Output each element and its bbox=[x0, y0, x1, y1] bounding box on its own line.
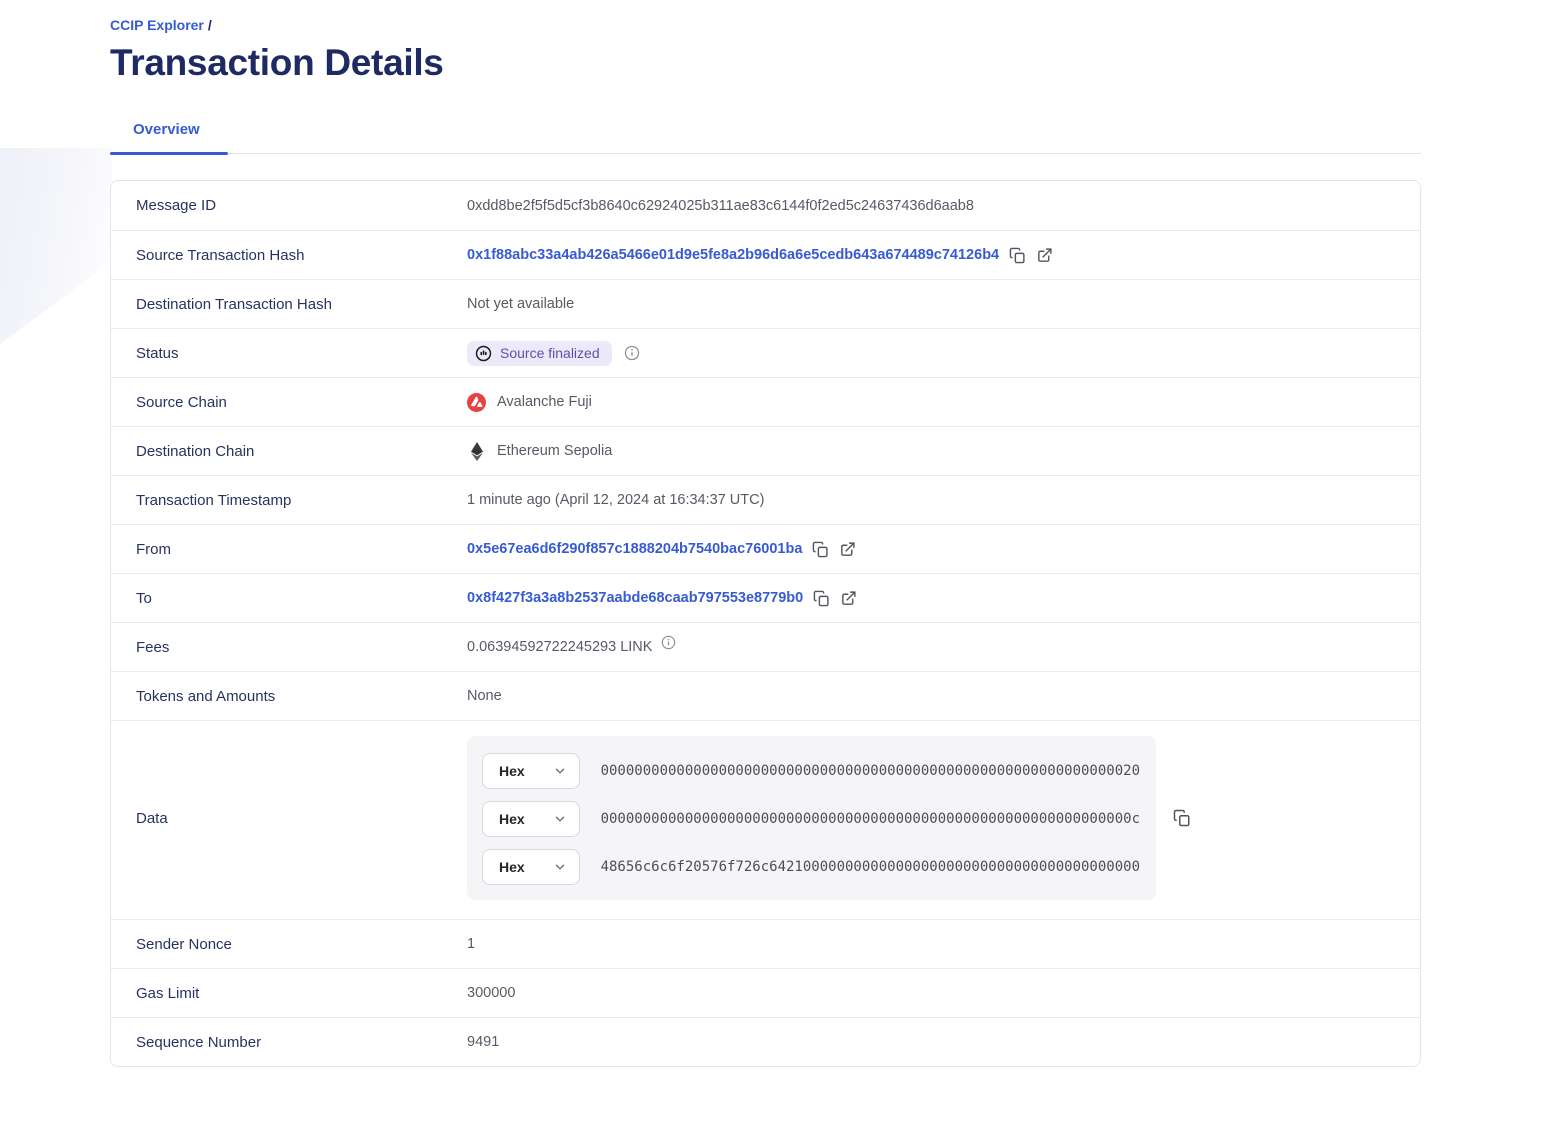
row-label: Tokens and Amounts bbox=[136, 687, 276, 705]
table-row-source-tx-hash: Source Transaction Hash 0x1f88abc33a4ab4… bbox=[111, 230, 1420, 279]
row-label: Status bbox=[136, 344, 179, 362]
hex-format-select[interactable]: Hex bbox=[482, 849, 580, 885]
row-label: From bbox=[136, 540, 171, 558]
tab-overview[interactable]: Overview bbox=[110, 121, 223, 154]
copy-icon[interactable] bbox=[813, 590, 830, 607]
status-badge-label: Source finalized bbox=[500, 345, 600, 361]
hex-data-text: 0000000000000000000000000000000000000000… bbox=[600, 763, 1140, 779]
breadcrumb: CCIP Explorer / bbox=[110, 0, 1421, 33]
table-row-timestamp: Transaction Timestamp 1 minute ago (Apri… bbox=[111, 475, 1420, 524]
chevron-down-icon bbox=[553, 812, 567, 826]
row-label: To bbox=[136, 589, 152, 607]
row-label: Destination Transaction Hash bbox=[136, 295, 332, 313]
table-row-data: Data Hex 0000000000000000000000000000000… bbox=[111, 720, 1420, 919]
avalanche-icon bbox=[467, 392, 486, 412]
copy-icon[interactable] bbox=[812, 541, 829, 558]
hex-data-text: 0000000000000000000000000000000000000000… bbox=[600, 811, 1140, 827]
message-id-value: 0xdd8be2f5f5d5cf3b8640c62924025b311ae83c… bbox=[467, 197, 974, 214]
table-row-to: To 0x8f427f3a3a8b2537aabde68caab797553e8… bbox=[111, 573, 1420, 622]
copy-icon[interactable] bbox=[1009, 247, 1026, 264]
table-row-from: From 0x5e67ea6d6f290f857c1888204b7540bac… bbox=[111, 524, 1420, 573]
row-label: Source Transaction Hash bbox=[136, 246, 305, 264]
external-link-icon[interactable] bbox=[839, 541, 856, 558]
gas-limit-value: 300000 bbox=[467, 985, 516, 1001]
hex-format-label: Hex bbox=[499, 859, 525, 875]
hex-data-text: 48656c6c6f20576f726c64210000000000000000… bbox=[600, 859, 1140, 875]
data-line: Hex 000000000000000000000000000000000000… bbox=[482, 801, 1140, 837]
row-label: Data bbox=[136, 809, 168, 827]
row-label: Transaction Timestamp bbox=[136, 491, 292, 509]
status-progress-icon bbox=[475, 345, 492, 362]
row-label: Message ID bbox=[136, 197, 217, 214]
tab-bar: Overview bbox=[110, 121, 1421, 155]
breadcrumb-separator: / bbox=[207, 17, 212, 33]
chevron-down-icon bbox=[553, 764, 567, 778]
info-icon[interactable] bbox=[624, 345, 640, 361]
hex-format-select[interactable]: Hex bbox=[482, 753, 580, 789]
table-row-status: Status Source finalized bbox=[111, 328, 1420, 377]
tokens-value: None bbox=[467, 688, 502, 704]
table-row-message-id: Message ID 0xdd8be2f5f5d5cf3b8640c629240… bbox=[111, 181, 1420, 230]
info-icon[interactable] bbox=[661, 635, 676, 650]
row-label: Sequence Number bbox=[136, 1033, 262, 1051]
copy-icon[interactable] bbox=[1173, 809, 1191, 827]
data-line: Hex 000000000000000000000000000000000000… bbox=[482, 753, 1140, 789]
table-row-sender-nonce: Sender Nonce 1 bbox=[111, 919, 1420, 968]
table-row-dest-tx-hash: Destination Transaction Hash Not yet ava… bbox=[111, 279, 1420, 328]
table-row-tokens: Tokens and Amounts None bbox=[111, 671, 1420, 720]
tab-bar-rule bbox=[110, 153, 1421, 154]
breadcrumb-ccip-explorer-link[interactable]: CCIP Explorer bbox=[110, 17, 204, 33]
background-gradient-decoration bbox=[0, 148, 112, 344]
fees-value: 0.06394592722245293 LINK bbox=[467, 639, 653, 655]
data-hex-box: Hex 000000000000000000000000000000000000… bbox=[467, 736, 1156, 900]
hex-format-label: Hex bbox=[499, 811, 525, 827]
sequence-number-value: 9491 bbox=[467, 1034, 500, 1050]
external-link-icon[interactable] bbox=[1036, 247, 1053, 264]
dest-chain-name: Ethereum Sepolia bbox=[497, 443, 613, 459]
data-line: Hex 48656c6c6f20576f726c6421000000000000… bbox=[482, 849, 1140, 885]
to-address-link[interactable]: 0x8f427f3a3a8b2537aabde68caab797553e8779… bbox=[467, 590, 803, 606]
transaction-details-page: CCIP Explorer / Transaction Details Overv… bbox=[0, 0, 1551, 1124]
table-row-dest-chain: Destination Chain Ethereum Sepolia bbox=[111, 426, 1420, 475]
sender-nonce-value: 1 bbox=[467, 936, 476, 952]
hex-format-label: Hex bbox=[499, 763, 525, 779]
tab-active-indicator bbox=[110, 152, 228, 155]
timestamp-value: 1 minute ago (April 12, 2024 at 16:34:37… bbox=[467, 492, 765, 508]
external-link-icon[interactable] bbox=[840, 590, 857, 607]
chevron-down-icon bbox=[553, 860, 567, 874]
hex-format-select[interactable]: Hex bbox=[482, 801, 580, 837]
row-label: Fees bbox=[136, 638, 170, 656]
row-label: Sender Nonce bbox=[136, 935, 232, 953]
source-chain-name: Avalanche Fuji bbox=[497, 394, 592, 410]
from-address-link[interactable]: 0x5e67ea6d6f290f857c1888204b7540bac76001… bbox=[467, 541, 802, 557]
table-row-source-chain: Source Chain Avalanche Fuji bbox=[111, 377, 1420, 426]
row-label: Gas Limit bbox=[136, 984, 200, 1002]
status-badge: Source finalized bbox=[467, 340, 612, 366]
page-title: Transaction Details bbox=[110, 42, 444, 83]
table-row-gas-limit: Gas Limit 300000 bbox=[111, 968, 1420, 1017]
dest-tx-hash-value: Not yet available bbox=[467, 296, 575, 312]
row-label: Destination Chain bbox=[136, 442, 255, 460]
ethereum-icon bbox=[467, 441, 486, 461]
table-row-sequence-number: Sequence Number 9491 bbox=[111, 1017, 1420, 1066]
row-label: Source Chain bbox=[136, 393, 227, 411]
table-row-fees: Fees 0.06394592722245293 LINK bbox=[111, 622, 1420, 671]
transaction-details-table: Message ID 0xdd8be2f5f5d5cf3b8640c629240… bbox=[110, 180, 1421, 1067]
main-content: CCIP Explorer / Transaction Details Overv… bbox=[110, 0, 1421, 1067]
source-tx-hash-link[interactable]: 0x1f88abc33a4ab426a5466e01d9e5fe8a2b96d6… bbox=[467, 247, 999, 263]
